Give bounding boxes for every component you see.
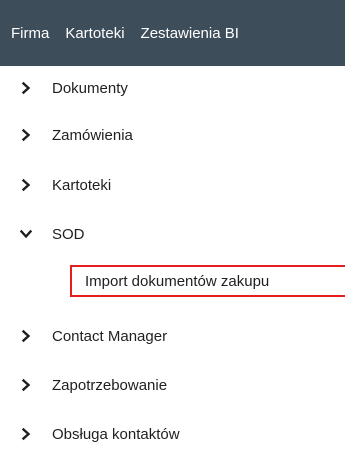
topbar-item-firma[interactable]: Firma [11,25,49,42]
chevron-right-icon [19,329,33,343]
menu-item-label: SOD [52,225,85,243]
menu-item-label: Dokumenty [52,79,128,97]
chevron-right-icon [19,81,33,95]
menu-item-label: Contact Manager [52,327,168,345]
menu-item-label: Kartoteki [52,176,112,194]
menu-item-contact-manager[interactable]: Contact Manager [0,316,345,356]
menu-item-kartoteki[interactable]: Kartoteki [0,165,345,205]
menu-item-zamowienia[interactable]: Zamówienia [0,115,345,155]
submenu-item-label: Import dokumentów zakupu [85,272,270,290]
menu-item-label: Zapotrzebowanie [52,376,168,394]
submenu-item-import-dokumentow-zakupu[interactable]: Import dokumentów zakupu [70,265,345,297]
menu-item-obsluga-kontaktow[interactable]: Obsługa kontaktów [0,414,345,454]
menu-item-label: Zamówienia [52,126,133,144]
chevron-down-icon [19,227,33,241]
topbar-item-zestawienia-bi[interactable]: Zestawienia BI [141,25,239,42]
chevron-right-icon [19,378,33,392]
chevron-right-icon [19,178,33,192]
chevron-right-icon [19,128,33,142]
top-menu-bar: Firma Kartoteki Zestawienia BI [0,0,345,66]
menu-item-dokumenty[interactable]: Dokumenty [0,68,345,108]
topbar-item-kartoteki[interactable]: Kartoteki [65,25,124,42]
navigation-tree: Dokumenty Zamówienia Kartoteki SOD Impor… [0,66,345,461]
menu-item-label: Obsługa kontaktów [52,425,180,443]
menu-item-zapotrzebowanie[interactable]: Zapotrzebowanie [0,365,345,405]
chevron-right-icon [19,427,33,441]
menu-item-sod[interactable]: SOD [0,214,345,254]
